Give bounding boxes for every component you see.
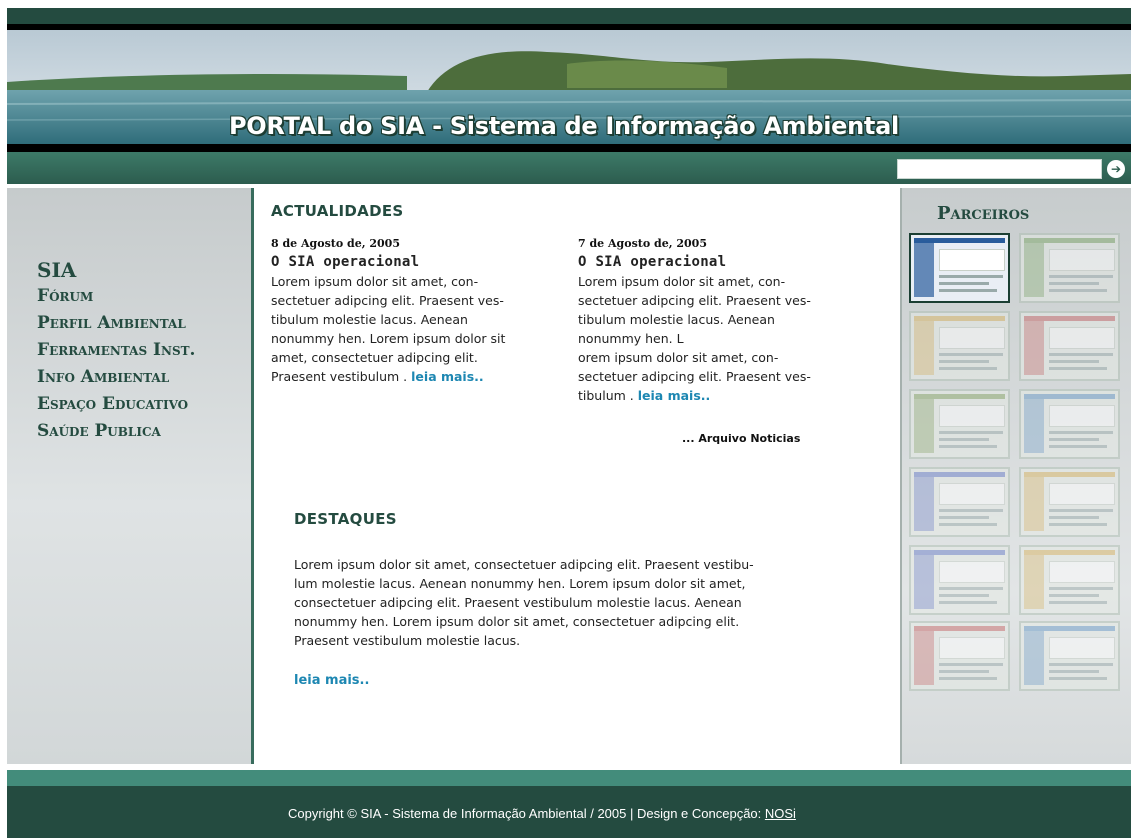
destaques-line: lum molestie lacus. Aenean nonummy hen. … bbox=[294, 576, 746, 591]
news-date: 7 de Agosto de, 2005 bbox=[578, 237, 707, 250]
partner-thumbnail[interactable] bbox=[1019, 233, 1120, 303]
partners-sidebar-border bbox=[900, 188, 902, 764]
top-bar bbox=[7, 8, 1131, 24]
partner-thumbnail[interactable] bbox=[1019, 467, 1120, 537]
destaques-read-more-link[interactable]: leia mais.. bbox=[294, 673, 369, 688]
news-item: 8 de Agosto de, 2005 O SIA operacional L… bbox=[271, 234, 571, 386]
nav-item-espaco-educativo[interactable]: Espaço Educativo bbox=[37, 391, 195, 418]
news-archive-link[interactable]: ... Arquivo Noticias bbox=[682, 432, 800, 445]
destaques-line: Lorem ipsum dolor sit amet, consectetuer… bbox=[294, 557, 754, 572]
nav-item-sia[interactable]: SIA bbox=[37, 258, 195, 283]
nav-item-ferramentas-inst[interactable]: Ferramentas Inst. bbox=[37, 337, 195, 364]
destaques-heading: DESTAQUES bbox=[294, 510, 397, 528]
partner-thumbnail[interactable] bbox=[909, 389, 1010, 459]
news-line: Praesent vestibulum . bbox=[271, 369, 412, 384]
copyright-text: Copyright © SIA - Sistema de Informação … bbox=[288, 806, 796, 821]
partners-heading: Parceiros bbox=[937, 203, 1030, 224]
actualidades-heading: ACTUALIDADES bbox=[271, 202, 404, 220]
news-title: O SIA operacional bbox=[578, 254, 727, 270]
left-sidebar-border bbox=[251, 188, 254, 764]
partner-thumbnail[interactable] bbox=[909, 233, 1010, 303]
news-date: 8 de Agosto de, 2005 bbox=[271, 237, 400, 250]
nav-item-forum[interactable]: Fórum bbox=[37, 283, 195, 310]
nav-item-saude-publica[interactable]: Saúde Publica bbox=[37, 418, 195, 445]
news-line: sectetuer adipcing elit. Praesent ves- bbox=[578, 293, 811, 308]
partner-thumbnail[interactable] bbox=[1019, 311, 1120, 381]
search-input[interactable] bbox=[897, 159, 1102, 179]
partner-thumbnail[interactable] bbox=[909, 467, 1010, 537]
arrow-right-circle-icon: ➔ bbox=[1110, 162, 1122, 176]
news-line: amet, consectetuer adipcing elit. bbox=[271, 350, 478, 365]
news-line: Lorem ipsum dolor sit amet, con- bbox=[578, 274, 786, 289]
destaques-line: consectetuer adipcing elit. Praesent ves… bbox=[294, 595, 742, 610]
search-submit-button[interactable]: ➔ bbox=[1107, 160, 1125, 178]
partner-thumbnail[interactable] bbox=[1019, 621, 1120, 691]
news-item: 7 de Agosto de, 2005 O SIA operacional L… bbox=[578, 234, 878, 405]
main-navigation: SIA Fórum Perfil Ambiental Ferramentas I… bbox=[37, 258, 195, 445]
destaques-line: Praesent vestibulum molestie lacus. bbox=[294, 633, 521, 648]
destaques-text: Lorem ipsum dolor sit amet, consectetuer… bbox=[294, 555, 854, 650]
news-line: tibulum molestie lacus. Aenean bbox=[271, 312, 468, 327]
partner-thumbnail[interactable] bbox=[909, 545, 1010, 615]
site-title: PORTAL do SIA - Sistema de Informação Am… bbox=[229, 112, 899, 140]
nosi-credit-link[interactable]: NOSi bbox=[765, 806, 796, 821]
footer-band bbox=[7, 770, 1131, 786]
news-line: sectetuer adipcing elit. Praesent ves- bbox=[578, 369, 811, 384]
news-line: Lorem ipsum dolor sit amet, con- bbox=[271, 274, 479, 289]
news-line: sectetuer adipcing elit. Praesent ves- bbox=[271, 293, 504, 308]
nav-item-info-ambiental[interactable]: Info Ambiental bbox=[37, 364, 195, 391]
partner-thumbnail[interactable] bbox=[1019, 389, 1120, 459]
news-line: tibulum . bbox=[578, 388, 638, 403]
partner-thumbnail[interactable] bbox=[909, 621, 1010, 691]
partner-thumbnail[interactable] bbox=[1019, 545, 1120, 615]
news-line: nonummy hen. Lorem ipsum dolor sit bbox=[271, 331, 506, 346]
read-more-link[interactable]: leia mais.. bbox=[638, 388, 711, 403]
destaques-line: nonummy hen. Lorem ipsum dolor sit amet,… bbox=[294, 614, 740, 629]
news-line: tibulum molestie lacus. Aenean bbox=[578, 312, 775, 327]
partner-thumbnail[interactable] bbox=[909, 311, 1010, 381]
copyright-label: Copyright © SIA - Sistema de Informação … bbox=[288, 806, 765, 821]
header-banner: PORTAL do SIA - Sistema de Informação Am… bbox=[7, 24, 1131, 152]
nav-item-perfil-ambiental[interactable]: Perfil Ambiental bbox=[37, 310, 195, 337]
news-line: orem ipsum dolor sit amet, con- bbox=[578, 350, 779, 365]
read-more-link[interactable]: leia mais.. bbox=[411, 369, 484, 384]
news-line: nonummy hen. L bbox=[578, 331, 684, 346]
news-title: O SIA operacional bbox=[271, 254, 420, 270]
